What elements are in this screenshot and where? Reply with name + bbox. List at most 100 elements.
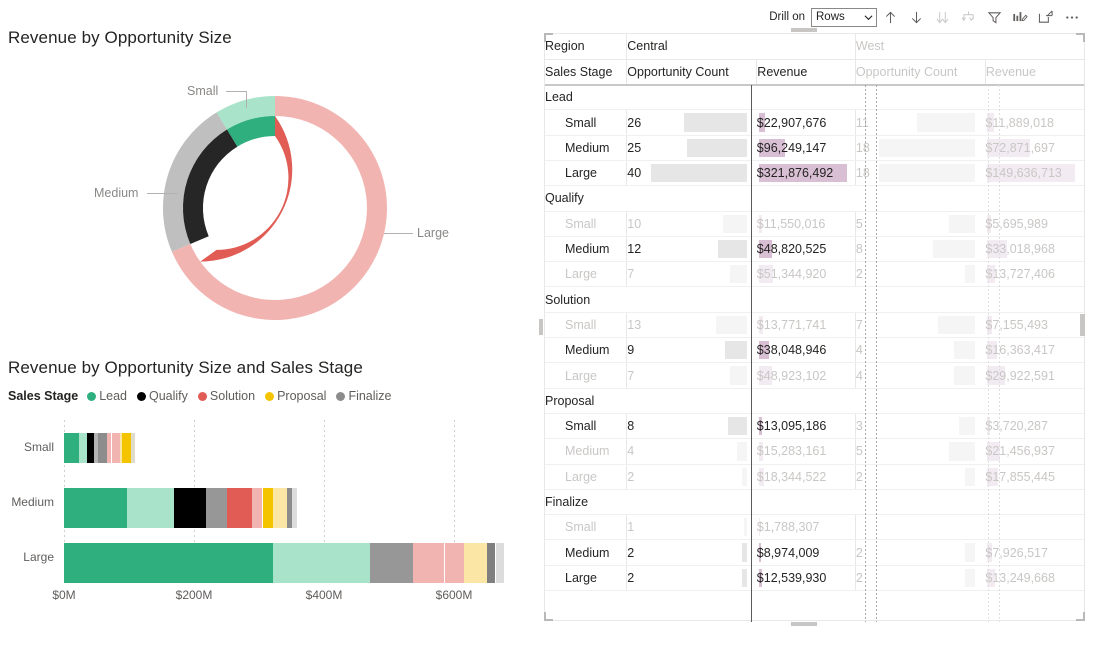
matrix-cell-size-label[interactable]: Large [545, 362, 627, 389]
horizontal-scrollbar-bottom[interactable] [791, 622, 817, 626]
matrix-cell-size-label[interactable]: Large [545, 261, 627, 288]
matrix-cell-west-revenue[interactable]: $3,720,287 [985, 413, 1084, 440]
matrix-cell-central-revenue[interactable]: $38,048,946 [756, 337, 856, 364]
matrix-size-row[interactable]: Small 10 $11,550,016 5 $5,695,989 [545, 211, 1084, 237]
matrix-cell-central-revenue[interactable]: $22,907,676 [756, 109, 856, 136]
matrix-stage-row[interactable]: Qualify [545, 185, 1084, 212]
matrix-cell-size-label[interactable]: Medium [545, 438, 627, 465]
vertical-scrollbar-track[interactable] [1080, 34, 1085, 620]
bar-seg-large-lead-faded[interactable] [273, 543, 371, 583]
matrix-cell-west-count[interactable]: 2 [854, 464, 986, 490]
matrix-cell-west-count[interactable]: 4 [854, 362, 986, 389]
matrix-stage-row[interactable]: Lead [545, 84, 1084, 111]
matrix-size-row[interactable]: Large 7 $48,923,102 4 $29,922,591 [545, 362, 1084, 389]
matrix-cell-central-count[interactable]: 7 [626, 261, 757, 288]
matrix-header-region-west[interactable]: West [854, 34, 1084, 60]
matrix-table[interactable]: Region Central West Sales Stage Opportunity … [545, 34, 1084, 592]
matrix-cell-stage-label[interactable]: Qualify [545, 185, 627, 212]
matrix-cell-west-revenue[interactable]: $5,695,989 [985, 211, 1084, 237]
matrix-cell-central-count[interactable]: 10 [626, 211, 757, 237]
bar-seg-medium-lead-faded[interactable] [126, 488, 174, 528]
bar-seg-medium-proposal-faded[interactable] [272, 488, 287, 528]
matrix-cell-size-label[interactable]: Large [545, 160, 627, 187]
bar-seg-large-proposal-faded[interactable] [475, 543, 488, 583]
matrix-cell-west-count[interactable] [854, 514, 986, 541]
matrix-cell-central-revenue[interactable]: $51,344,920 [756, 261, 856, 288]
matrix-cell-central-revenue[interactable]: $13,095,186 [756, 413, 856, 440]
matrix-cell-west-revenue[interactable]: $149,636,713 [985, 160, 1084, 187]
matrix-cell-west-revenue[interactable]: $33,018,968 [985, 236, 1084, 263]
matrix-cell-west-revenue[interactable]: $29,922,591 [985, 362, 1084, 389]
matrix-stage-row[interactable]: Proposal [545, 388, 1084, 414]
matrix-cell-stage-label[interactable]: Lead [545, 84, 627, 111]
matrix-cell-central-revenue[interactable]: $15,283,161 [756, 438, 856, 465]
matrix-cell-west-count[interactable]: 4 [854, 337, 986, 364]
matrix-size-row[interactable]: Medium 9 $38,048,946 4 $16,363,417 [545, 337, 1084, 364]
matrix-size-row[interactable]: Small 8 $13,095,186 3 $3,720,287 [545, 413, 1084, 440]
stacked-bar-plot-area[interactable]: Small Medium Large $0M $200M $400M $600M [0, 420, 524, 646]
matrix-cell-size-label[interactable]: Large [545, 464, 627, 490]
matrix-cell-west-revenue[interactable]: $13,249,668 [985, 565, 1084, 592]
matrix-header-west-revenue[interactable]: Revenue [984, 59, 1084, 86]
matrix-cell-size-label[interactable]: Small [545, 514, 627, 541]
matrix-cell-west-count[interactable]: 2 [854, 565, 986, 592]
matrix-cell-central-count[interactable]: 9 [626, 337, 757, 364]
matrix-cell-west-count[interactable]: 3 [854, 413, 986, 440]
matrix-cell-west-count[interactable]: 11 [854, 109, 986, 136]
drill-down-icon[interactable] [903, 6, 929, 28]
bar-seg-large-lead[interactable] [64, 543, 274, 583]
legend-item-lead[interactable]: Lead [87, 389, 127, 403]
bar-row-small[interactable] [64, 433, 524, 463]
matrix-cell-central-count[interactable]: 13 [626, 312, 757, 339]
bar-seg-medium-solution-faded[interactable] [251, 488, 263, 528]
matrix-cell-size-label[interactable]: Medium [545, 135, 627, 161]
bar-seg-large-qualify[interactable] [370, 543, 404, 583]
matrix-cell-west-count[interactable]: 5 [854, 211, 986, 237]
matrix-cell-size-label[interactable]: Small [545, 312, 627, 339]
matrix-cell-size-label[interactable]: Medium [545, 539, 627, 566]
matrix-cell-central-count[interactable]: 8 [626, 413, 757, 440]
matrix-cell-west-count[interactable]: 7 [854, 312, 986, 339]
bar-seg-small-lead-faded[interactable] [78, 433, 87, 463]
legend-item-finalize[interactable]: Finalize [336, 389, 392, 403]
matrix-cell-central-revenue[interactable]: $1,788,307 [756, 514, 856, 541]
matrix-cell-central-count[interactable]: 4 [626, 438, 757, 465]
matrix-cell-stage-label[interactable]: Solution [545, 286, 627, 313]
matrix-cell-west-count[interactable]: 2 [854, 539, 986, 566]
matrix-size-row[interactable]: Small 1 $1,788,307 [545, 514, 1084, 541]
matrix-cell-central-count[interactable]: 7 [626, 362, 757, 389]
horizontal-scrollbar-top[interactable] [791, 28, 817, 32]
matrix-header-central-count[interactable]: Opportunity Count [626, 59, 757, 86]
matrix-cell-central-count[interactable]: 12 [626, 236, 757, 263]
matrix-size-row[interactable]: Medium 4 $15,283,161 5 $21,456,937 [545, 438, 1084, 465]
matrix-stage-row[interactable]: Solution [545, 286, 1084, 313]
matrix-size-row[interactable]: Large 2 $18,344,522 2 $17,855,445 [545, 464, 1084, 490]
donut-chart-visual[interactable]: Revenue by Opportunity Size Small Medium… [0, 28, 524, 338]
drill-on-dropdown[interactable]: Rows [811, 7, 877, 27]
bar-seg-medium-solution[interactable] [227, 488, 252, 528]
matrix-cell-central-revenue[interactable]: $321,876,492 [756, 160, 856, 187]
matrix-cell-stage-label[interactable]: Proposal [545, 388, 627, 414]
bar-seg-medium-finalize-faded[interactable] [292, 488, 298, 528]
drill-up-icon[interactable] [877, 6, 903, 28]
bar-seg-small-finalize[interactable] [122, 433, 131, 463]
bar-seg-large-solution-faded[interactable] [444, 543, 464, 583]
bar-row-medium[interactable] [64, 488, 524, 528]
matrix-cell-size-label[interactable]: Small [545, 211, 627, 237]
matrix-cell-central-revenue[interactable]: $13,771,741 [756, 312, 856, 339]
bar-seg-small-finalize-faded[interactable] [130, 433, 135, 463]
vertical-scrollbar-thumb[interactable] [1080, 314, 1085, 336]
matrix-cell-central-count[interactable]: 26 [626, 109, 757, 136]
matrix-cell-west-revenue[interactable]: $11,889,018 [985, 109, 1084, 136]
matrix-size-row[interactable]: Large 40 $321,876,492 18 $149,636,713 [545, 160, 1084, 187]
more-options-icon[interactable] [1059, 6, 1085, 28]
bar-seg-medium-qualify[interactable] [174, 488, 206, 528]
matrix-cell-stage-label[interactable]: Finalize [545, 489, 627, 516]
donut-chart-plot[interactable]: Small Medium Large [0, 56, 524, 336]
matrix-header-region-central[interactable]: Central [626, 34, 856, 60]
matrix-cell-size-label[interactable]: Small [545, 413, 627, 440]
bar-row-large[interactable] [64, 543, 524, 583]
matrix-cell-central-revenue[interactable]: $11,550,016 [756, 211, 856, 237]
matrix-cell-west-revenue[interactable]: $21,456,937 [985, 438, 1084, 465]
matrix-cell-central-count[interactable]: 40 [626, 160, 757, 187]
